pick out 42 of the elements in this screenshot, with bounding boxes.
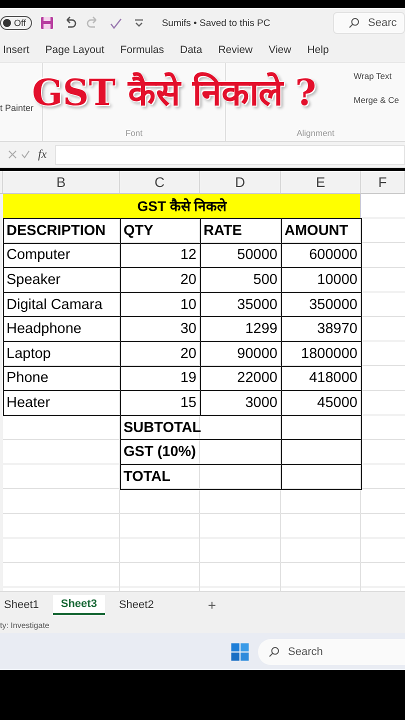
group-label: Font xyxy=(125,128,142,138)
taskbar-search[interactable]: Search xyxy=(258,638,405,664)
sheet-tab[interactable]: Sheet1 xyxy=(0,595,43,615)
column-header[interactable]: F xyxy=(361,171,405,193)
column-header[interactable]: E xyxy=(281,171,361,193)
column-header[interactable]: B xyxy=(3,171,120,193)
search-placeholder: Searc xyxy=(368,17,397,29)
overlay-title: GST कैसे निकाले ? xyxy=(32,71,316,116)
table-cell: Heater xyxy=(2,390,120,416)
search-icon xyxy=(268,646,280,658)
save-icon[interactable] xyxy=(38,15,55,31)
ribbon-tab[interactable]: Page Layout xyxy=(45,44,104,56)
formula-field[interactable] xyxy=(54,144,405,164)
start-icon[interactable] xyxy=(230,642,250,662)
file-name[interactable]: Sumifs • Saved to this PC xyxy=(162,18,270,28)
sheet-title: GST कैसे निकले xyxy=(3,194,361,219)
check-icon[interactable] xyxy=(21,150,30,159)
sheet-tab[interactable]: Sheet3 xyxy=(52,595,105,615)
ribbon-tab[interactable]: Help xyxy=(307,44,329,56)
ribbon-tab[interactable]: Formulas xyxy=(120,44,164,56)
search-placeholder: Search xyxy=(288,646,323,658)
column-label: DESCRIPTION xyxy=(2,218,120,244)
search-icon xyxy=(348,17,360,29)
column-header[interactable]: D xyxy=(200,171,281,193)
ribbon-tab[interactable]: Insert xyxy=(3,44,30,56)
status-text: ty: Investigate xyxy=(0,621,50,630)
ribbon-tab[interactable]: Review xyxy=(218,44,253,56)
ribbon-tab[interactable]: View xyxy=(268,44,292,56)
wrap-text-button[interactable]: Wrap Text xyxy=(354,71,399,81)
cancel-icon[interactable] xyxy=(8,150,17,159)
column-label: AMOUNT xyxy=(280,218,362,244)
group-label: Alignment xyxy=(296,128,334,138)
merge-button[interactable]: Merge & Ce xyxy=(354,95,399,105)
add-sheet-button[interactable]: + xyxy=(208,597,216,613)
sheet-tab[interactable]: Sheet2 xyxy=(114,595,158,615)
autosave-toggle[interactable]: Off xyxy=(0,16,32,30)
summary-label: TOTAL xyxy=(120,464,282,490)
column-header[interactable]: C xyxy=(120,171,200,193)
format-painter-button[interactable]: t Painter xyxy=(0,103,34,113)
search-field[interactable]: Searc xyxy=(333,12,405,34)
ribbon-tab[interactable]: Data xyxy=(180,44,202,56)
function-button[interactable]: fx xyxy=(38,147,47,162)
